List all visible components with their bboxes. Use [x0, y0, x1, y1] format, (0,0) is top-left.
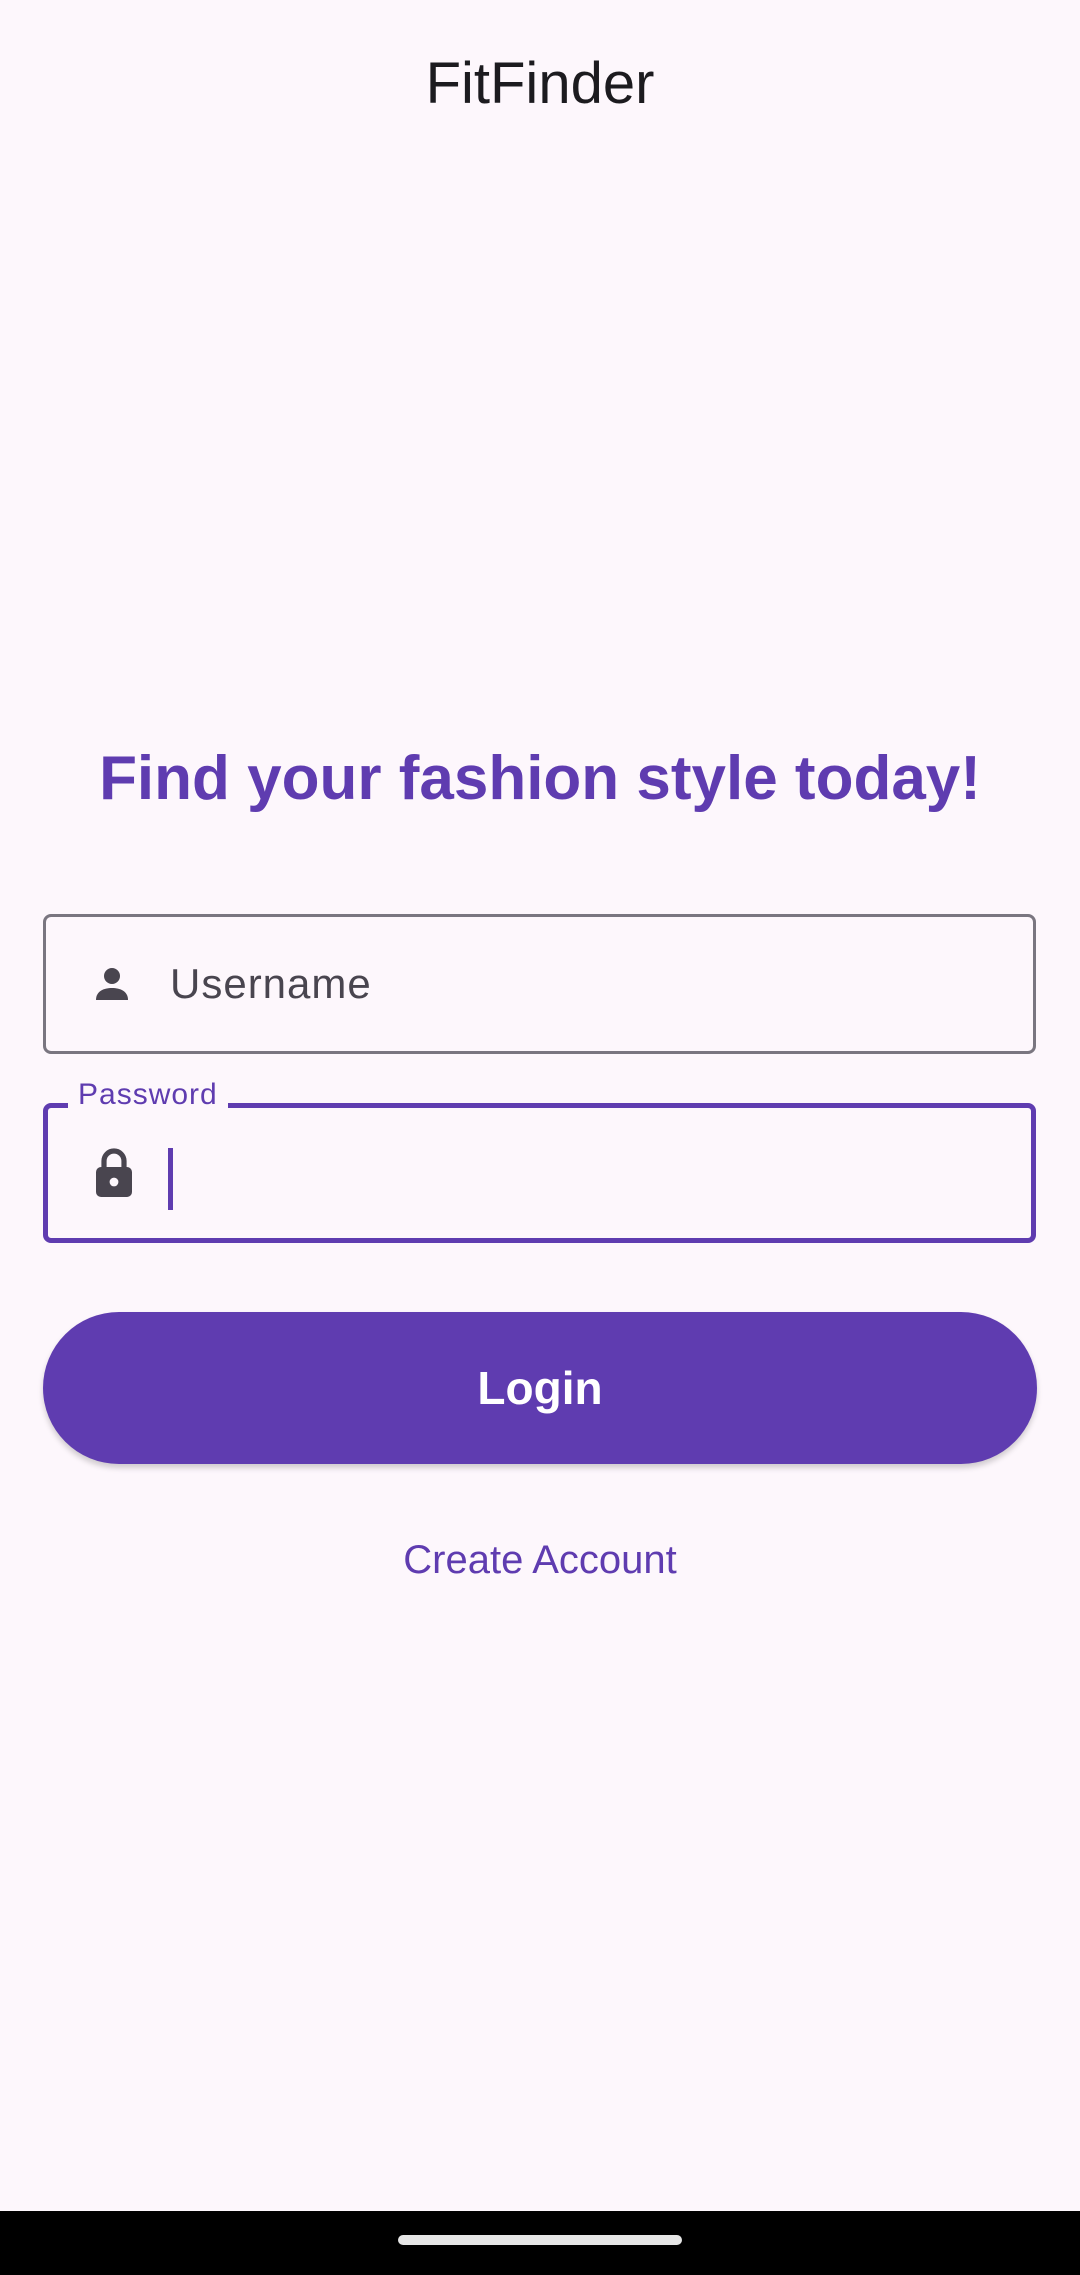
login-button[interactable]: Login: [43, 1312, 1037, 1464]
password-field[interactable]: Password: [43, 1078, 1036, 1243]
text-cursor: [168, 1148, 173, 1210]
system-navigation-bar: [0, 2211, 1080, 2275]
username-field[interactable]: Username: [43, 914, 1036, 1054]
username-placeholder: Username: [170, 960, 372, 1007]
app-title: FitFinder: [425, 51, 655, 116]
home-indicator[interactable]: [398, 2235, 682, 2245]
password-label: Password: [68, 1078, 228, 1112]
lock-icon: [86, 1145, 142, 1201]
create-account-link[interactable]: Create Account: [0, 1538, 1080, 1583]
person-icon: [84, 956, 140, 1012]
login-screen: FitFinder Find your fashion style today!…: [0, 0, 1080, 2275]
page-headline: Find your fashion style today!: [99, 744, 981, 813]
